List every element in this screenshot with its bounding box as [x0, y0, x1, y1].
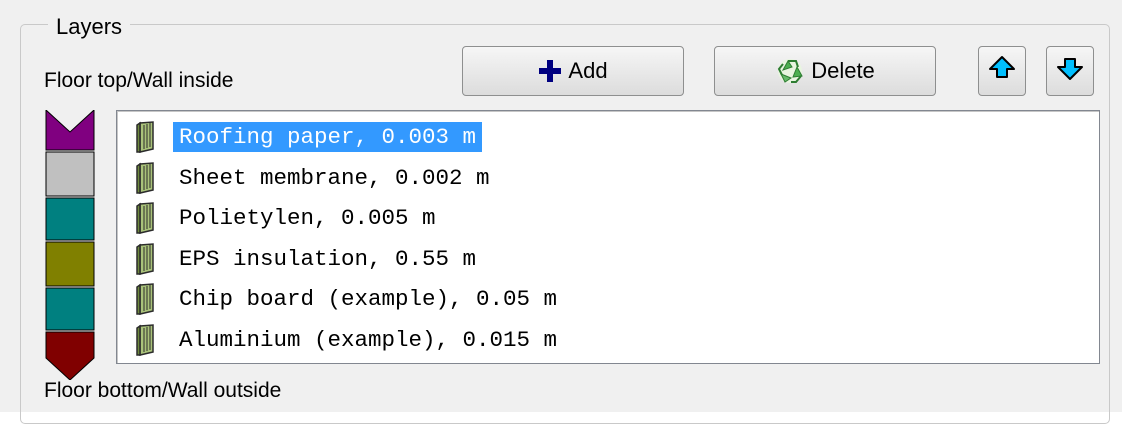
delete-button-label: Delete — [811, 58, 875, 83]
layers-panel: Layers Floor top/Wall inside Add Delete — [0, 0, 1122, 424]
layer-label: Chip board (example), 0.05 m — [179, 286, 558, 313]
layer-label: EPS insulation, 0.55 m — [179, 245, 477, 272]
arrow-down-icon — [1056, 55, 1084, 87]
material-icon — [135, 121, 161, 154]
top-side-label: Floor top/Wall inside — [44, 69, 234, 92]
layer-row[interactable]: Polietylen, 0.005 m — [135, 198, 563, 239]
material-icon — [135, 202, 161, 235]
move-down-button[interactable] — [1046, 46, 1094, 96]
layer-row[interactable]: Chip board (example), 0.05 m — [135, 279, 563, 320]
material-icon — [135, 283, 161, 316]
material-icon — [135, 242, 161, 275]
arrow-up-icon — [988, 55, 1016, 87]
add-button-label: Add — [568, 58, 608, 83]
layer-label: Roofing paper, 0.003 m — [173, 122, 483, 153]
layer-color-strip — [44, 110, 96, 380]
material-icon — [135, 323, 161, 356]
add-layer-button[interactable]: Add — [462, 46, 684, 96]
layers-list-items: Roofing paper, 0.003 m Sheet membrane, 0.… — [135, 117, 563, 360]
bottom-side-label: Floor bottom/Wall outside — [44, 379, 282, 402]
group-title: Layers — [48, 14, 131, 40]
layer-row[interactable]: Sheet membrane, 0.002 m — [135, 158, 563, 199]
layer-label: Sheet membrane, 0.002 m — [179, 164, 490, 191]
layer-label: Polietylen, 0.005 m — [179, 205, 436, 232]
layer-row[interactable]: Roofing paper, 0.003 m — [135, 117, 563, 158]
delete-layer-button[interactable]: Delete — [714, 46, 936, 96]
plus-icon — [538, 59, 562, 83]
layer-row[interactable]: Aluminium (example), 0.015 m — [135, 320, 563, 361]
material-icon — [135, 161, 161, 194]
layer-row[interactable]: EPS insulation, 0.55 m — [135, 239, 563, 280]
layers-list[interactable]: Roofing paper, 0.003 m Sheet membrane, 0.… — [116, 110, 1100, 364]
move-up-button[interactable] — [978, 46, 1026, 96]
recycle-icon — [775, 57, 805, 85]
layer-label: Aluminium (example), 0.015 m — [179, 326, 558, 353]
